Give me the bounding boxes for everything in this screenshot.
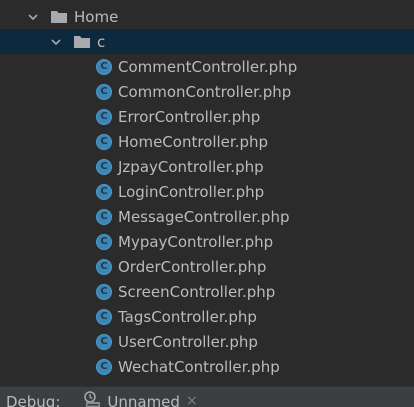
file-item[interactable]: C TagsController.php xyxy=(0,304,414,329)
debug-label: Debug: xyxy=(6,393,61,407)
file-item[interactable]: C CommentController.php xyxy=(0,54,414,79)
folder-icon xyxy=(74,35,90,48)
php-class-icon: C xyxy=(96,108,112,125)
debug-tab-unnamed[interactable]: Unnamed × xyxy=(82,390,198,407)
file-item-label: LoginController.php xyxy=(118,182,265,201)
class-icon-letter: C xyxy=(100,110,108,122)
tree-node-home[interactable]: Home xyxy=(0,4,414,29)
file-item[interactable]: C MypayController.php xyxy=(0,229,414,254)
class-icon-letter: C xyxy=(100,235,108,247)
project-tree: Home c C CommentController.php C CommonCont… xyxy=(0,0,414,386)
php-class-icon: C xyxy=(96,283,112,300)
class-icon-letter: C xyxy=(100,310,108,322)
tree-node-label: Home xyxy=(74,7,119,26)
file-item-label: CommonController.php xyxy=(118,82,292,101)
file-item-label: HomeController.php xyxy=(118,132,269,151)
tree-node-label: c xyxy=(97,32,106,51)
file-item-label: WechatController.php xyxy=(118,357,280,376)
file-item-label: CommentController.php xyxy=(118,57,298,76)
chevron-down-icon[interactable] xyxy=(25,9,41,25)
file-item-label: ScreenController.php xyxy=(118,282,276,301)
close-icon[interactable]: × xyxy=(186,393,198,407)
php-class-icon: C xyxy=(96,208,112,225)
chevron-down-icon[interactable] xyxy=(48,34,64,50)
file-item-label: MypayController.php xyxy=(118,232,274,251)
file-item[interactable]: C ErrorController.php xyxy=(0,104,414,129)
folder-icon xyxy=(51,10,67,23)
file-item[interactable]: C CommonController.php xyxy=(0,79,414,104)
class-icon-letter: C xyxy=(100,60,108,72)
class-icon-letter: C xyxy=(100,210,108,222)
php-class-icon: C xyxy=(96,133,112,150)
file-item[interactable]: C UserController.php xyxy=(0,329,414,354)
file-item[interactable]: C OrderController.php xyxy=(0,254,414,279)
php-class-icon: C xyxy=(96,358,112,375)
php-class-icon: C xyxy=(96,158,112,175)
class-icon-letter: C xyxy=(100,160,108,172)
php-class-icon: C xyxy=(96,183,112,200)
file-item[interactable]: C LoginController.php xyxy=(0,179,414,204)
file-list: C CommentController.php C CommonController.… xyxy=(0,54,414,379)
php-class-icon: C xyxy=(96,258,112,275)
file-item-label: JzpayController.php xyxy=(118,157,264,176)
debug-toolbar: Debug: Unnamed × xyxy=(0,386,414,407)
class-icon-letter: C xyxy=(100,260,108,272)
php-class-icon: C xyxy=(96,83,112,100)
php-class-icon: C xyxy=(96,308,112,325)
file-item[interactable]: C JzpayController.php xyxy=(0,154,414,179)
file-item[interactable]: C ScreenController.php xyxy=(0,279,414,304)
file-item[interactable]: C MessageController.php xyxy=(0,204,414,229)
class-icon-letter: C xyxy=(100,335,108,347)
php-class-icon: C xyxy=(96,333,112,350)
file-item-label: OrderController.php xyxy=(118,257,267,276)
file-item-label: TagsController.php xyxy=(118,307,257,326)
tree-node-c[interactable]: c xyxy=(0,29,414,54)
file-item-label: MessageController.php xyxy=(118,207,290,226)
file-item-label: ErrorController.php xyxy=(118,107,261,126)
php-debug-icon xyxy=(84,391,101,407)
file-item-label: UserController.php xyxy=(118,332,258,351)
php-class-icon: C xyxy=(96,58,112,75)
debug-tab-label: Unnamed xyxy=(107,393,180,407)
php-class-icon: C xyxy=(96,233,112,250)
class-icon-letter: C xyxy=(100,85,108,97)
class-icon-letter: C xyxy=(100,135,108,147)
file-item[interactable]: C WechatController.php xyxy=(0,354,414,379)
class-icon-letter: C xyxy=(100,285,108,297)
class-icon-letter: C xyxy=(100,360,108,372)
class-icon-letter: C xyxy=(100,185,108,197)
file-item[interactable]: C HomeController.php xyxy=(0,129,414,154)
